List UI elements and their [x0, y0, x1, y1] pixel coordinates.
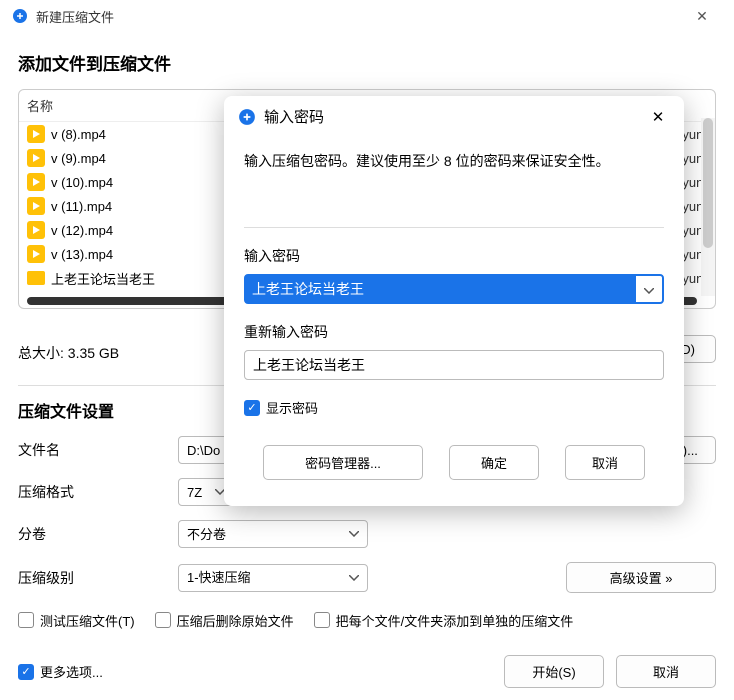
split-select[interactable]: 不分卷	[178, 520, 368, 548]
level-label: 压缩级别	[18, 568, 178, 588]
chevron-down-icon[interactable]	[636, 282, 662, 297]
advanced-settings-button[interactable]: 高级设置 »	[566, 562, 716, 593]
password-dialog-title: 输入密码	[264, 106, 324, 127]
filename-label: 文件名	[18, 440, 178, 460]
checkbox-icon	[314, 612, 330, 628]
page-heading: 添加文件到压缩文件	[18, 50, 716, 75]
video-file-icon	[27, 173, 45, 191]
format-label: 压缩格式	[18, 482, 178, 502]
scrollbar-thumb[interactable]	[703, 118, 713, 248]
file-name: v (11).mp4	[51, 199, 112, 214]
window-close-button[interactable]: ✕	[682, 8, 722, 25]
file-name: v (10).mp4	[51, 175, 113, 190]
total-size-label: 总大小: 3.35 GB	[18, 343, 119, 363]
delete-after-checkbox[interactable]: 压缩后删除原始文件	[155, 611, 294, 630]
file-name: v (12).mp4	[51, 223, 113, 238]
video-file-icon	[27, 149, 45, 167]
password-input[interactable]: 上老王论坛当老王	[246, 276, 636, 302]
split-label: 分卷	[18, 524, 178, 544]
password-dialog-titlebar: 输入密码 ✕	[224, 96, 684, 135]
password-dialog: 输入密码 ✕ 输入压缩包密码。建议使用至少 8 位的密码来保证安全性。 输入密码…	[224, 96, 684, 506]
password-hint-text: 输入压缩包密码。建议使用至少 8 位的密码来保证安全性。	[244, 151, 664, 171]
checkbox-icon	[18, 664, 34, 680]
file-name: 上老王论坛当老王	[51, 269, 155, 288]
app-icon	[12, 8, 28, 24]
more-options-checkbox[interactable]: 更多选项...	[18, 662, 103, 681]
file-name: v (9).mp4	[51, 151, 106, 166]
file-name: v (8).mp4	[51, 127, 106, 142]
separate-archive-checkbox[interactable]: 把每个文件/文件夹添加到单独的压缩文件	[314, 611, 574, 630]
confirm-password-input[interactable]	[244, 350, 664, 380]
window-title: 新建压缩文件	[36, 7, 114, 26]
password-label: 输入密码	[244, 246, 664, 266]
vertical-scrollbar[interactable]	[701, 118, 715, 296]
test-archive-checkbox[interactable]: 测试压缩文件(T)	[18, 611, 135, 630]
video-file-icon	[27, 197, 45, 215]
file-name: v (13).mp4	[51, 247, 113, 262]
start-button[interactable]: 开始(S)	[504, 655, 604, 688]
password-combobox[interactable]: 上老王论坛当老王	[244, 274, 664, 304]
cancel-button[interactable]: 取消	[565, 445, 645, 480]
password-dialog-close-button[interactable]: ✕	[646, 108, 670, 126]
level-select[interactable]: 1-快速压缩	[178, 564, 368, 592]
video-file-icon	[27, 245, 45, 263]
app-icon	[238, 108, 256, 126]
checkbox-icon	[18, 612, 34, 628]
show-password-checkbox[interactable]: 显示密码	[244, 398, 318, 417]
window-titlebar: 新建压缩文件 ✕	[0, 0, 734, 32]
divider	[244, 227, 664, 228]
checkbox-icon	[244, 400, 260, 416]
confirm-password-label: 重新输入密码	[244, 322, 664, 342]
bottom-bar: 更多选项... 开始(S) 取消	[18, 655, 716, 688]
password-manager-button[interactable]: 密码管理器...	[263, 445, 423, 480]
checkbox-icon	[155, 612, 171, 628]
video-file-icon	[27, 221, 45, 239]
cancel-button[interactable]: 取消	[616, 655, 716, 688]
ok-button[interactable]: 确定	[449, 445, 539, 480]
video-file-icon	[27, 125, 45, 143]
folder-icon	[27, 271, 45, 285]
